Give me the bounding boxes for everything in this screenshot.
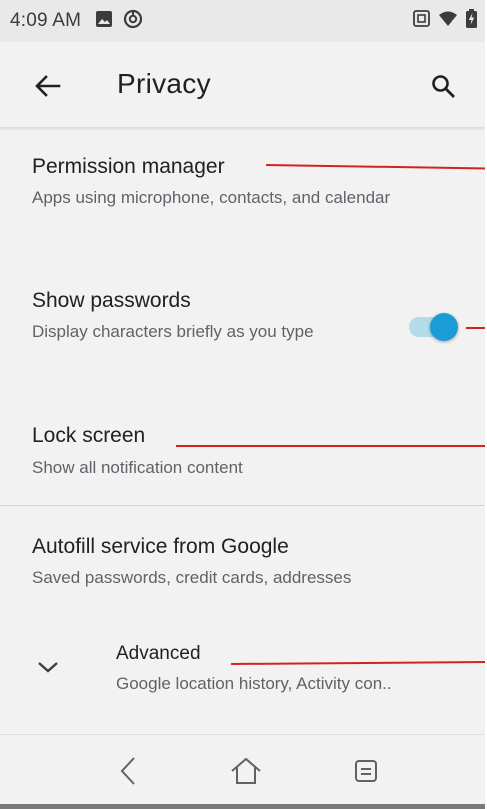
autofill-service-summary: Saved passwords, credit cards, addresses [32, 568, 352, 587]
wifi-icon [438, 10, 458, 32]
lock-screen-item[interactable]: Lock screen Show all notification conten… [0, 391, 487, 504]
advanced-item[interactable] [0, 620, 487, 715]
gallery-icon [95, 10, 113, 33]
show-passwords-toggle[interactable] [407, 313, 463, 341]
nav-recents-icon[interactable] [346, 753, 386, 789]
lock-screen-summary: Show all notification content [32, 458, 243, 477]
screen-bottom-edge [0, 804, 487, 809]
show-passwords-summary: Display characters briefly as you type [32, 322, 314, 341]
toggle-thumb [430, 313, 458, 341]
status-right-icons [413, 9, 477, 33]
annotation-line-lock-screen [176, 445, 487, 447]
arrow-back-icon[interactable] [30, 68, 66, 104]
permission-manager-summary: Apps using microphone, contacts, and cal… [32, 188, 391, 207]
navigation-bar [0, 734, 487, 804]
chevron-down-icon [34, 657, 62, 677]
page-title: Privacy [117, 68, 211, 99]
nav-home-icon[interactable] [226, 753, 266, 789]
status-bar: 4:09 AM [0, 0, 487, 42]
permission-manager-item[interactable]: Permission manager Apps using microphone… [0, 131, 487, 251]
annotation-line-toggle [466, 327, 487, 329]
search-icon[interactable] [425, 68, 461, 104]
app-bar: Privacy [0, 42, 487, 130]
battery-charging-icon [466, 9, 477, 33]
sync-icon [123, 9, 143, 34]
privacy-screen: 4:09 AM Privacy Permission manager Apps … [0, 0, 487, 809]
show-passwords-title: Show passwords [32, 289, 191, 312]
advanced-title: Advanced [116, 643, 201, 664]
status-left-icons [95, 9, 143, 34]
status-time: 4:09 AM [10, 10, 82, 31]
nfc-icon [413, 10, 430, 32]
autofill-service-title: Autofill service from Google [32, 535, 289, 558]
autofill-service-item[interactable]: Autofill service from Google Saved passw… [0, 506, 487, 606]
nav-back-icon[interactable] [108, 753, 148, 789]
permission-manager-title: Permission manager [32, 155, 225, 178]
advanced-summary: Google location history, Activity con.. [116, 674, 392, 693]
lock-screen-title: Lock screen [32, 424, 146, 447]
